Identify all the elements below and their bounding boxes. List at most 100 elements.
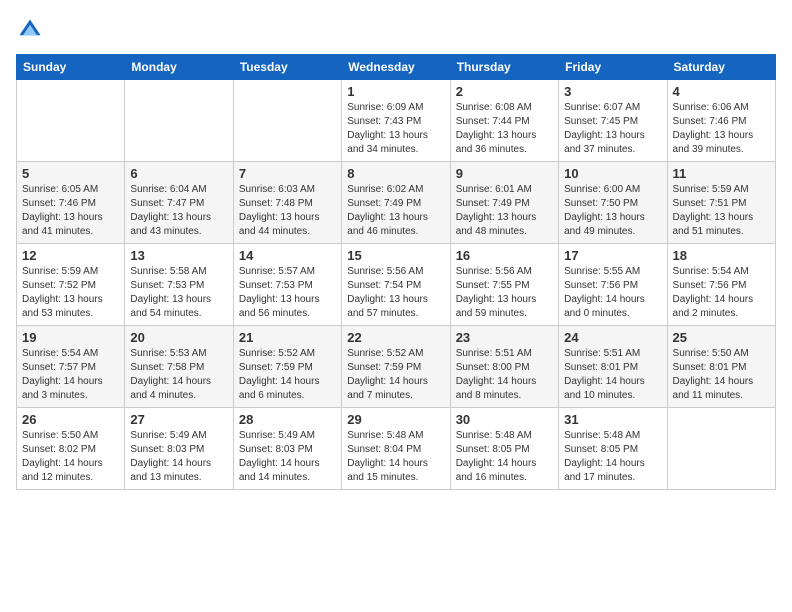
weekday-header-tuesday: Tuesday: [233, 55, 341, 80]
weekday-header-saturday: Saturday: [667, 55, 775, 80]
day-info: Sunrise: 5:52 AM Sunset: 7:59 PM Dayligh…: [347, 347, 444, 403]
calendar-cell: 16 Sunrise: 5:56 AM Sunset: 7:55 PM Dayli…: [450, 244, 558, 326]
calendar-cell: 11 Sunrise: 5:59 AM Sunset: 7:51 PM Dayli…: [667, 162, 775, 244]
day-info: Sunrise: 5:51 AM Sunset: 8:00 PM Dayligh…: [456, 347, 553, 403]
calendar-week-row: 26 Sunrise: 5:50 AM Sunset: 8:02 PM Dayli…: [17, 408, 776, 490]
day-number: 28: [239, 412, 336, 427]
calendar-cell: 6 Sunrise: 6:04 AM Sunset: 7:47 PM Daylig…: [125, 162, 233, 244]
day-number: 17: [564, 248, 661, 263]
calendar-week-row: 5 Sunrise: 6:05 AM Sunset: 7:46 PM Daylig…: [17, 162, 776, 244]
calendar-cell: 7Sunrise: 6:03 AM Sunset: 7:48 PM Daylig…: [233, 162, 341, 244]
day-info: Sunrise: 6:00 AM Sunset: 7:50 PM Dayligh…: [564, 183, 661, 239]
day-info: Sunrise: 5:50 AM Sunset: 8:01 PM Dayligh…: [673, 347, 770, 403]
calendar-cell: 8 Sunrise: 6:02 AM Sunset: 7:49 PM Daylig…: [342, 162, 450, 244]
day-info: Sunrise: 6:09 AM Sunset: 7:43 PM Dayligh…: [347, 101, 444, 157]
calendar-header: SundayMondayTuesdayWednesdayThursdayFrid…: [17, 55, 776, 80]
calendar-cell: 27 Sunrise: 5:49 AM Sunset: 8:03 PM Dayli…: [125, 408, 233, 490]
day-number: 20: [130, 330, 227, 345]
calendar-cell: 20 Sunrise: 5:53 AM Sunset: 7:58 PM Dayli…: [125, 326, 233, 408]
page-header: [16, 16, 776, 44]
day-number: 29: [347, 412, 444, 427]
day-info: Sunrise: 5:48 AM Sunset: 8:04 PM Dayligh…: [347, 429, 444, 485]
day-info: Sunrise: 6:07 AM Sunset: 7:45 PM Dayligh…: [564, 101, 661, 157]
calendar-body: 1Sunrise: 6:09 AM Sunset: 7:43 PM Daylig…: [17, 80, 776, 490]
day-number: 9: [456, 166, 553, 181]
calendar-cell: 30 Sunrise: 5:48 AM Sunset: 8:05 PM Dayli…: [450, 408, 558, 490]
day-number: 21: [239, 330, 336, 345]
logo-icon: [16, 16, 44, 44]
day-number: 10: [564, 166, 661, 181]
calendar-cell: 4 Sunrise: 6:06 AM Sunset: 7:46 PM Daylig…: [667, 80, 775, 162]
calendar-week-row: 1Sunrise: 6:09 AM Sunset: 7:43 PM Daylig…: [17, 80, 776, 162]
day-number: 16: [456, 248, 553, 263]
day-info: Sunrise: 6:02 AM Sunset: 7:49 PM Dayligh…: [347, 183, 444, 239]
day-info: Sunrise: 5:49 AM Sunset: 8:03 PM Dayligh…: [239, 429, 336, 485]
calendar-cell: 18 Sunrise: 5:54 AM Sunset: 7:56 PM Dayli…: [667, 244, 775, 326]
weekday-header-sunday: Sunday: [17, 55, 125, 80]
day-number: 8: [347, 166, 444, 181]
day-number: 4: [673, 84, 770, 99]
calendar-cell: 28 Sunrise: 5:49 AM Sunset: 8:03 PM Dayli…: [233, 408, 341, 490]
day-number: 12: [22, 248, 119, 263]
day-info: Sunrise: 5:52 AM Sunset: 7:59 PM Dayligh…: [239, 347, 336, 403]
day-info: Sunrise: 5:53 AM Sunset: 7:58 PM Dayligh…: [130, 347, 227, 403]
day-number: 7: [239, 166, 336, 181]
day-number: 5: [22, 166, 119, 181]
weekday-header-friday: Friday: [559, 55, 667, 80]
day-number: 2: [456, 84, 553, 99]
day-number: 3: [564, 84, 661, 99]
calendar-cell: 2Sunrise: 6:08 AM Sunset: 7:44 PM Daylig…: [450, 80, 558, 162]
day-info: Sunrise: 5:59 AM Sunset: 7:51 PM Dayligh…: [673, 183, 770, 239]
calendar-cell: 15 Sunrise: 5:56 AM Sunset: 7:54 PM Dayli…: [342, 244, 450, 326]
calendar-cell: 25Sunrise: 5:50 AM Sunset: 8:01 PM Dayli…: [667, 326, 775, 408]
day-info: Sunrise: 6:01 AM Sunset: 7:49 PM Dayligh…: [456, 183, 553, 239]
day-number: 18: [673, 248, 770, 263]
calendar-table: SundayMondayTuesdayWednesdayThursdayFrid…: [16, 54, 776, 490]
day-info: Sunrise: 5:55 AM Sunset: 7:56 PM Dayligh…: [564, 265, 661, 321]
day-info: Sunrise: 6:06 AM Sunset: 7:46 PM Dayligh…: [673, 101, 770, 157]
day-number: 15: [347, 248, 444, 263]
day-info: Sunrise: 6:04 AM Sunset: 7:47 PM Dayligh…: [130, 183, 227, 239]
day-info: Sunrise: 5:50 AM Sunset: 8:02 PM Dayligh…: [22, 429, 119, 485]
weekday-header-row: SundayMondayTuesdayWednesdayThursdayFrid…: [17, 55, 776, 80]
day-info: Sunrise: 5:51 AM Sunset: 8:01 PM Dayligh…: [564, 347, 661, 403]
day-number: 19: [22, 330, 119, 345]
calendar-cell: 19 Sunrise: 5:54 AM Sunset: 7:57 PM Dayli…: [17, 326, 125, 408]
day-number: 22: [347, 330, 444, 345]
calendar-cell: [125, 80, 233, 162]
day-info: Sunrise: 5:49 AM Sunset: 8:03 PM Dayligh…: [130, 429, 227, 485]
day-number: 27: [130, 412, 227, 427]
day-number: 30: [456, 412, 553, 427]
day-number: 11: [673, 166, 770, 181]
calendar-cell: 31Sunrise: 5:48 AM Sunset: 8:05 PM Dayli…: [559, 408, 667, 490]
day-number: 23: [456, 330, 553, 345]
day-info: Sunrise: 5:56 AM Sunset: 7:54 PM Dayligh…: [347, 265, 444, 321]
day-info: Sunrise: 5:57 AM Sunset: 7:53 PM Dayligh…: [239, 265, 336, 321]
calendar-cell: 29 Sunrise: 5:48 AM Sunset: 8:04 PM Dayli…: [342, 408, 450, 490]
calendar-cell: 26 Sunrise: 5:50 AM Sunset: 8:02 PM Dayli…: [17, 408, 125, 490]
day-info: Sunrise: 5:48 AM Sunset: 8:05 PM Dayligh…: [564, 429, 661, 485]
day-info: Sunrise: 5:56 AM Sunset: 7:55 PM Dayligh…: [456, 265, 553, 321]
calendar-cell: 12Sunrise: 5:59 AM Sunset: 7:52 PM Dayli…: [17, 244, 125, 326]
day-number: 13: [130, 248, 227, 263]
day-info: Sunrise: 5:48 AM Sunset: 8:05 PM Dayligh…: [456, 429, 553, 485]
calendar-cell: [667, 408, 775, 490]
calendar-cell: 3 Sunrise: 6:07 AM Sunset: 7:45 PM Daylig…: [559, 80, 667, 162]
weekday-header-wednesday: Wednesday: [342, 55, 450, 80]
day-number: 6: [130, 166, 227, 181]
weekday-header-monday: Monday: [125, 55, 233, 80]
calendar-cell: 17 Sunrise: 5:55 AM Sunset: 7:56 PM Dayli…: [559, 244, 667, 326]
weekday-header-thursday: Thursday: [450, 55, 558, 80]
calendar-cell: [17, 80, 125, 162]
calendar-cell: 9 Sunrise: 6:01 AM Sunset: 7:49 PM Daylig…: [450, 162, 558, 244]
calendar-cell: 5 Sunrise: 6:05 AM Sunset: 7:46 PM Daylig…: [17, 162, 125, 244]
day-info: Sunrise: 5:54 AM Sunset: 7:56 PM Dayligh…: [673, 265, 770, 321]
day-info: Sunrise: 5:58 AM Sunset: 7:53 PM Dayligh…: [130, 265, 227, 321]
calendar-cell: 13 Sunrise: 5:58 AM Sunset: 7:53 PM Dayli…: [125, 244, 233, 326]
calendar-week-row: 19 Sunrise: 5:54 AM Sunset: 7:57 PM Dayli…: [17, 326, 776, 408]
day-info: Sunrise: 5:54 AM Sunset: 7:57 PM Dayligh…: [22, 347, 119, 403]
calendar-cell: [233, 80, 341, 162]
day-number: 26: [22, 412, 119, 427]
day-info: Sunrise: 6:05 AM Sunset: 7:46 PM Dayligh…: [22, 183, 119, 239]
calendar-cell: 23 Sunrise: 5:51 AM Sunset: 8:00 PM Dayli…: [450, 326, 558, 408]
